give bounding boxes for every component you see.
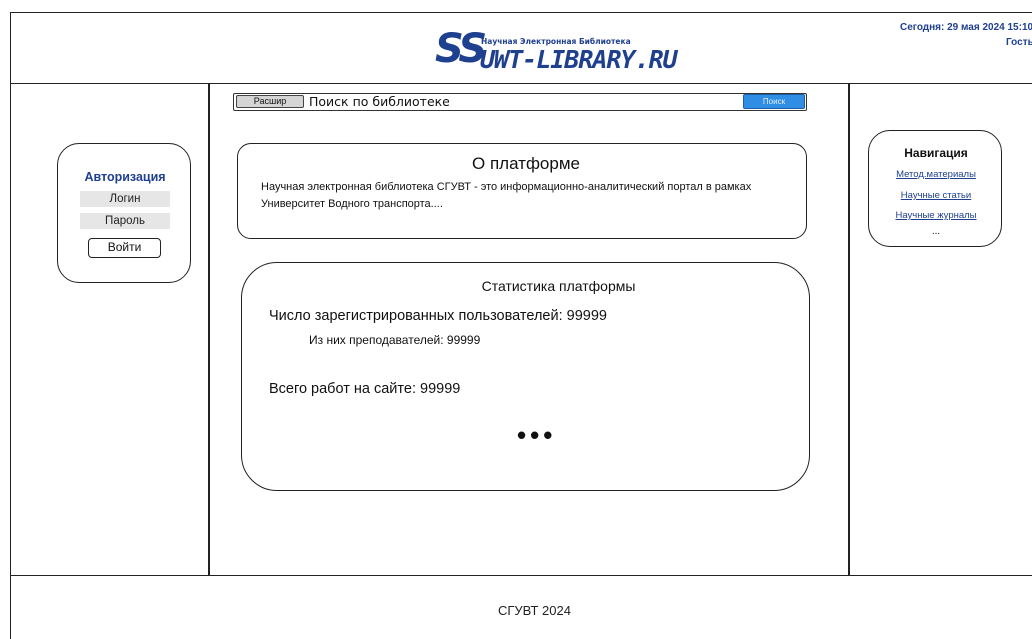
nav-link-journals[interactable]: Научные журналы [869,210,1003,221]
user-status: Гость [1006,37,1032,48]
stat-users: Число зарегистрированных пользователей: … [269,308,607,324]
logo-site-name: UWT-LIBRARY.RU [480,45,678,74]
current-date: Сегодня: 29 мая 2024 15:10 [900,22,1032,33]
search-input[interactable] [309,93,739,109]
footer-text: СГУВТ 2024 [498,603,571,618]
about-title: О платформе [472,154,580,173]
search-bar: Расшир Поиск [233,93,807,111]
navigation-panel: Навигация Метод.материалы Научные статьи… [868,130,1002,247]
about-panel: О платформе Научная электронная библиоте… [237,143,807,239]
search-button[interactable]: Поиск [743,94,805,109]
nav-link-articles[interactable]: Научные статьи [869,190,1003,201]
header: SS Научная Электронная Библиотека UWT-LI… [10,12,1032,84]
auth-title: Авторизация [84,170,166,184]
more-stats-ellipsis[interactable]: ••• [517,420,556,451]
login-field[interactable]: Логин [80,191,170,207]
left-column-divider [208,84,210,576]
password-field[interactable]: Пароль [80,213,170,229]
nav-more[interactable]: ... [869,226,1003,237]
site-logo[interactable]: SS Научная Электронная Библиотека UWT-LI… [435,26,678,74]
stat-works: Всего работ на сайте: 99999 [269,381,461,397]
logo-mark: SS [435,26,487,72]
navigation-title: Навигация [904,146,968,160]
login-button[interactable]: Войти [88,238,161,258]
stat-teachers: Из них преподавателей: 99999 [309,333,481,347]
auth-panel: Авторизация Логин Пароль Войти [57,143,191,283]
stats-panel: Статистика платформы Число зарегистриров… [241,262,810,491]
footer: СГУВТ 2024 [10,575,1032,639]
right-column-divider [848,84,850,576]
about-text: Научная электронная библиотека СГУВТ - э… [261,181,752,210]
nav-link-methods[interactable]: Метод.материалы [869,169,1003,180]
stats-title-row: Статистика платформы [242,278,811,294]
stats-title: Статистика платформы [481,278,636,294]
advanced-search-button[interactable]: Расшир [236,95,304,108]
